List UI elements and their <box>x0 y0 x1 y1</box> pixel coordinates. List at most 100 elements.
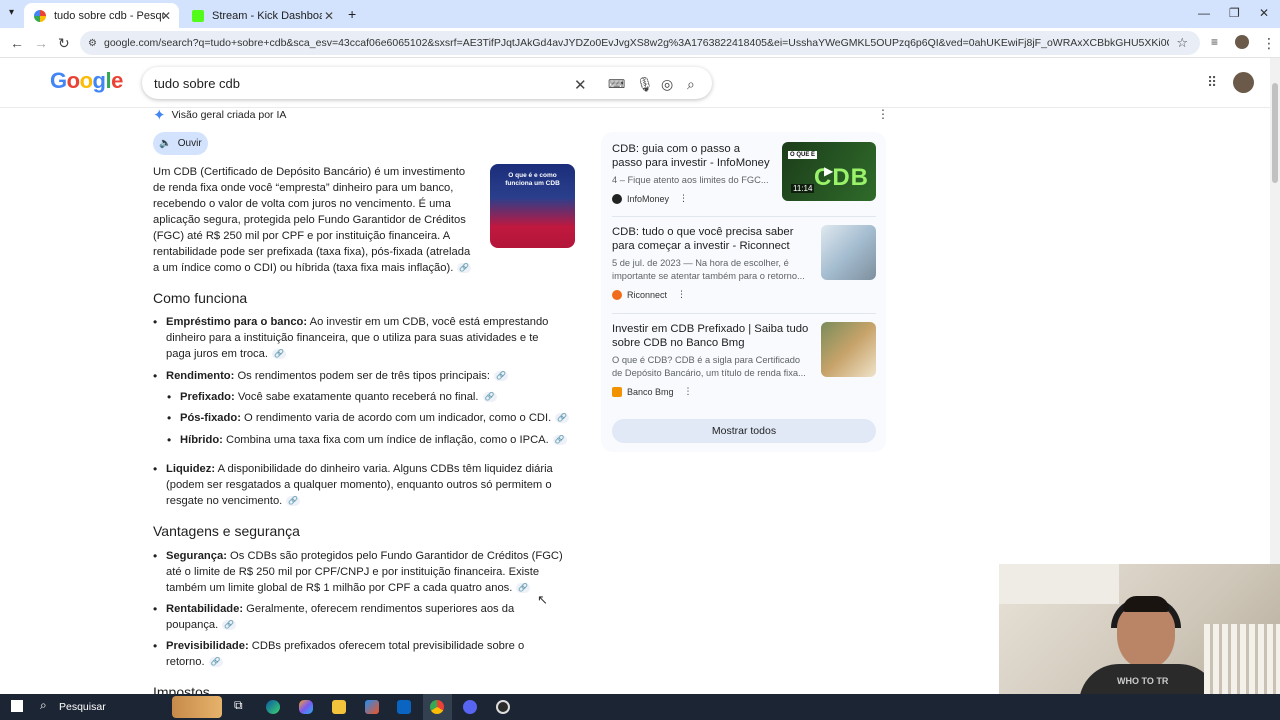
webcam-crib <box>1204 624 1280 694</box>
minimize-button[interactable]: — <box>1198 6 1210 20</box>
link-icon[interactable]: 🔗 <box>222 620 237 631</box>
tab-google-search[interactable]: tudo sobre cdb - Pesquisa Goo ✕ <box>24 3 179 28</box>
source-card[interactable]: CDB: guia com o passo a passo para inves… <box>612 142 877 222</box>
bullet-text: Os rendimentos podem ser de três tipos p… <box>234 370 490 382</box>
link-icon[interactable]: 🔗 <box>286 496 301 507</box>
link-icon[interactable]: 🔗 <box>552 435 567 446</box>
source-image-thumbnail[interactable] <box>821 225 876 280</box>
bullet-text: Combina uma taxa fixa com um índice de i… <box>222 434 549 446</box>
outlook-icon[interactable] <box>397 700 411 714</box>
clear-icon[interactable]: ✕ <box>574 76 587 94</box>
ai-more-options-icon[interactable]: ⋮ <box>877 107 889 121</box>
tab-close-icon[interactable]: ✕ <box>324 9 334 23</box>
source-title[interactable]: CDB: tudo o que você precisa saber para … <box>612 225 817 253</box>
new-tab-button[interactable]: + <box>348 6 356 22</box>
bullet-liquidez: Liquidez: A disponibilidade do dinheiro … <box>153 461 566 509</box>
file-explorer-icon[interactable] <box>332 700 346 714</box>
source-image-thumbnail[interactable] <box>821 322 876 377</box>
ai-overview-header: ✦ Visão geral criada por IA <box>153 106 286 124</box>
bullet-seguranca: Segurança: Os CDBs são protegidos pelo F… <box>153 548 578 596</box>
windows-start-icon[interactable] <box>11 700 23 712</box>
search-box[interactable]: tudo sobre cdb ✕ ⌨ 🎙 ◎ ⌕ <box>142 67 712 99</box>
bullet-rentabilidade: Rentabilidade: Geralmente, oferecem rend… <box>153 601 526 633</box>
link-icon[interactable]: 🔗 <box>493 371 508 382</box>
tab-title: Stream - Kick Dashboard <box>212 9 322 22</box>
tab-search-icon[interactable]: ≡ <box>1211 35 1218 49</box>
browser-menu-icon[interactable]: ⋮ <box>1262 35 1276 52</box>
edge-icon[interactable] <box>266 700 280 714</box>
scrollbar-thumb[interactable] <box>1272 83 1278 183</box>
link-icon[interactable]: 🔗 <box>482 392 497 403</box>
tab-list-dropdown-icon[interactable]: ▾ <box>9 7 14 18</box>
source-snippet: O que é CDB? CDB é a sigla para Certific… <box>612 355 806 378</box>
bookmark-star-icon[interactable]: ☆ <box>1176 35 1188 51</box>
link-icon[interactable]: 🔗 <box>516 583 531 594</box>
account-avatar[interactable] <box>1233 72 1254 93</box>
source-title[interactable]: CDB: guia com o passo a passo para inves… <box>612 142 772 170</box>
bullet-title: Pós-fixado: <box>180 412 241 424</box>
google-logo[interactable]: Google <box>50 68 123 94</box>
search-icon[interactable]: ⌕ <box>687 76 695 93</box>
play-icon[interactable]: ▶ <box>824 164 833 178</box>
apps-grid-icon[interactable]: ⠿ <box>1207 74 1217 91</box>
source-card[interactable]: CDB: tudo o que você precisa saber para … <box>612 225 877 305</box>
banco-bmg-logo-icon <box>612 386 622 397</box>
bullet-previsibilidade: Previsibilidade: CDBs prefixados oferece… <box>153 638 536 670</box>
obs-icon[interactable] <box>496 700 510 714</box>
profile-avatar[interactable] <box>1235 35 1249 49</box>
more-options-icon[interactable]: ⋮ <box>677 289 686 300</box>
more-options-icon[interactable]: ⋮ <box>684 386 693 397</box>
show-all-label: Mostrar todos <box>711 425 777 437</box>
taskbar-widget-icon[interactable] <box>172 696 222 718</box>
tab-close-icon[interactable]: ✕ <box>161 9 171 23</box>
bullet-title: Liquidez: <box>166 463 216 475</box>
address-bar[interactable]: ⚙ google.com/search?q=tudo+sobre+cdb&sca… <box>80 31 1200 55</box>
reload-icon[interactable]: ↻ <box>58 35 70 52</box>
keyboard-icon[interactable]: ⌨ <box>608 77 625 91</box>
close-window-button[interactable]: ✕ <box>1259 6 1269 20</box>
site-info-icon[interactable]: ⚙ <box>88 38 97 49</box>
lens-camera-icon[interactable]: ◎ <box>661 76 673 93</box>
ai-intro-paragraph: Um CDB (Certificado de Depósito Bancário… <box>153 164 478 276</box>
tab-kick-dashboard[interactable]: Stream - Kick Dashboard ✕ <box>182 3 342 28</box>
link-icon[interactable]: 🔗 <box>208 657 223 668</box>
microsoft-store-icon[interactable] <box>365 700 379 714</box>
bullet-text: O rendimento varia de acordo com um indi… <box>240 412 552 424</box>
forward-arrow-icon[interactable]: → <box>34 35 48 51</box>
bullet-rendimento: Rendimento: Os rendimentos podem ser de … <box>153 368 566 384</box>
task-view-icon[interactable]: ⧉ <box>234 698 243 713</box>
source-title[interactable]: Investir em CDB Prefixado | Saiba tudo s… <box>612 322 812 350</box>
maximize-button[interactable]: ❐ <box>1229 6 1240 20</box>
more-options-icon[interactable]: ⋮ <box>679 193 688 204</box>
ai-overview-label: Visão geral criada por IA <box>171 109 287 121</box>
link-icon[interactable]: 🔗 <box>457 263 472 274</box>
link-icon[interactable]: 🔗 <box>555 413 570 424</box>
bullet-title: Híbrido: <box>180 434 223 446</box>
copilot-icon[interactable] <box>299 700 313 714</box>
taskbar-search-icon[interactable]: ⌕ <box>40 698 47 713</box>
source-label: InfoMoney <box>627 193 670 204</box>
source-video-thumbnail[interactable]: O QUE É CDB ▶ 11:14 <box>782 142 876 201</box>
chrome-icon[interactable] <box>430 700 444 714</box>
source-name: Banco Bmg ⋮ <box>612 386 877 397</box>
ai-video-thumbnail[interactable]: O que é e como funciona um CDB <box>490 164 575 248</box>
taskbar-search-label[interactable]: Pesquisar <box>59 701 106 713</box>
shirt-print-text: WHO TO TR <box>1117 676 1169 686</box>
microphone-icon[interactable]: 🎙 <box>636 76 654 93</box>
listen-button[interactable]: 🔈 Ouvir <box>153 132 208 155</box>
discord-icon[interactable] <box>463 700 477 714</box>
tab-title: tudo sobre cdb - Pesquisa Goo <box>54 9 164 22</box>
back-arrow-icon[interactable]: ← <box>10 35 24 51</box>
show-all-button[interactable]: Mostrar todos <box>612 419 876 443</box>
source-snippet: 4 – Fique atento aos limites do FGC... <box>612 175 769 185</box>
webcam-person-shirt: WHO TO TR <box>1079 664 1219 694</box>
intro-text: Um CDB (Certificado de Depósito Bancário… <box>153 166 471 274</box>
source-card[interactable]: Investir em CDB Prefixado | Saiba tudo s… <box>612 322 877 402</box>
divider <box>612 216 876 217</box>
search-input[interactable]: tudo sobre cdb <box>154 76 240 91</box>
bullet-text: A disponibilidade do dinheiro varia. Alg… <box>166 463 553 507</box>
source-snippet: 5 de jul. de 2023 — Na hora de escolher,… <box>612 258 805 281</box>
bullet-title: Rendimento: <box>166 370 235 382</box>
thumbnail-cdb-text: CDB <box>814 164 869 191</box>
link-icon[interactable]: 🔗 <box>271 349 286 360</box>
